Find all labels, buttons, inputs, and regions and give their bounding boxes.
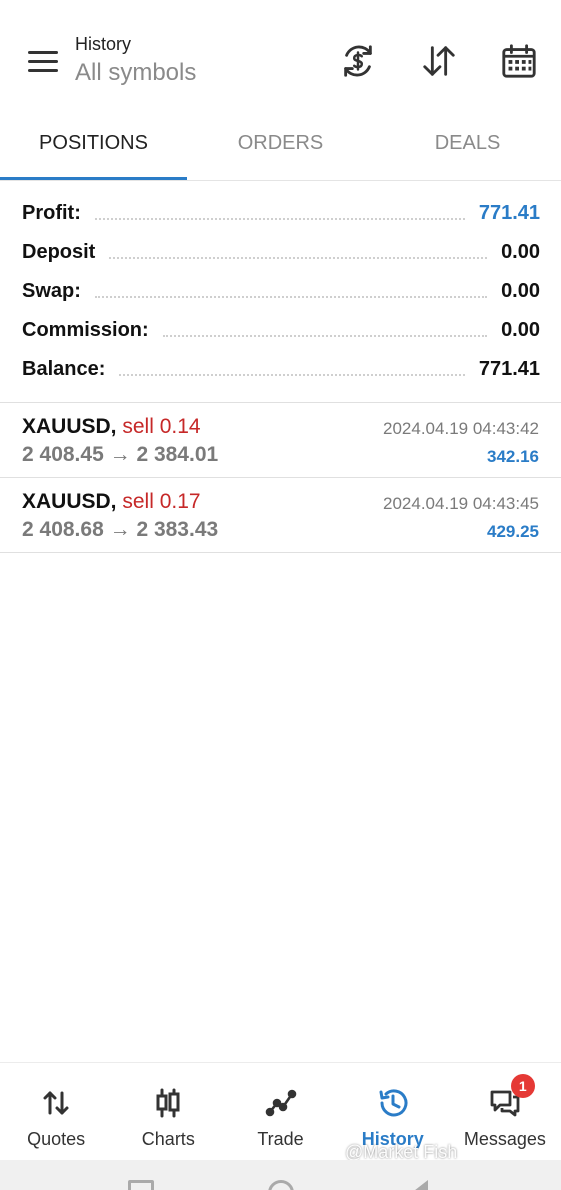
summary-row-swap: Swap: 0.00 xyxy=(22,272,540,311)
hamburger-menu-icon[interactable] xyxy=(20,44,66,78)
close-price: 2 383.43 xyxy=(136,518,219,541)
dotted-leader xyxy=(94,217,465,220)
position-prices: 2 408.68 → 2 383.43 xyxy=(22,518,218,542)
arrow-icon: → xyxy=(109,443,131,466)
position-symbol: XAUUSD, sell 0.17 xyxy=(22,490,201,514)
currency-exchange-icon[interactable] xyxy=(337,40,379,82)
trade-line-icon xyxy=(265,1089,296,1117)
position-time: 2024.04.19 04:43:45 xyxy=(383,494,539,513)
calendar-icon[interactable] xyxy=(498,40,540,82)
back-icon[interactable] xyxy=(410,1180,428,1190)
arrow-icon: → xyxy=(109,518,131,541)
symbol-filter[interactable]: All symbols xyxy=(75,59,196,87)
summary-row-deposit: Deposit 0.00 xyxy=(22,233,540,272)
unread-badge: 1 xyxy=(510,1074,535,1098)
position-time: 2024.04.19 04:43:42 xyxy=(383,419,539,438)
summary-value: 0.00 xyxy=(501,319,540,341)
nav-label: Charts xyxy=(141,1129,195,1149)
summary-label: Balance: xyxy=(22,358,106,380)
recent-apps-icon[interactable] xyxy=(128,1180,154,1190)
quotes-arrows-icon xyxy=(43,1091,69,1115)
app-header: History All symbols xyxy=(0,22,561,106)
summary-value: 0.00 xyxy=(501,241,540,263)
history-clock-icon xyxy=(379,1089,408,1117)
position-profit: 342.16 xyxy=(487,447,539,466)
home-icon[interactable] xyxy=(268,1180,294,1190)
position-row[interactable]: XAUUSD, sell 0.14 2 408.45 → 2 384.01 20… xyxy=(0,403,561,477)
position-profit: 429.25 xyxy=(487,522,539,541)
dotted-leader xyxy=(94,295,488,298)
nav-label: Messages xyxy=(463,1129,546,1149)
sort-arrows-icon[interactable] xyxy=(418,40,460,82)
summary-value: 0.00 xyxy=(501,280,540,302)
page-title: History xyxy=(75,34,132,54)
position-row[interactable]: XAUUSD, sell 0.17 2 408.68 → 2 383.43 20… xyxy=(0,478,561,552)
system-nav-bar xyxy=(0,1160,561,1190)
title-block[interactable]: History All symbols xyxy=(75,34,196,87)
symbol-name: XAUUSD, xyxy=(22,490,117,513)
position-symbol: XAUUSD, sell 0.14 xyxy=(22,415,201,439)
tab-orders[interactable]: ORDERS xyxy=(187,118,374,180)
dotted-leader xyxy=(109,256,488,259)
position-side: sell 0.14 xyxy=(122,415,201,438)
dotted-leader xyxy=(119,373,465,376)
divider xyxy=(0,552,561,553)
nav-charts[interactable]: Charts xyxy=(112,1063,224,1160)
nav-trade[interactable]: Trade xyxy=(224,1063,336,1160)
tab-positions[interactable]: POSITIONS xyxy=(0,118,187,180)
position-prices: 2 408.45 → 2 384.01 xyxy=(22,443,218,467)
summary-label: Swap: xyxy=(22,280,81,302)
summary-row-balance: Balance: 771.41 xyxy=(22,350,540,389)
open-price: 2 408.45 xyxy=(22,443,104,466)
nav-label: Trade xyxy=(257,1129,304,1149)
close-price: 2 384.01 xyxy=(136,443,219,466)
position-side: sell 0.17 xyxy=(122,490,201,513)
summary-value: 771.41 xyxy=(478,358,540,380)
account-summary: Profit: 771.41 Deposit 0.00 Swap: 0.00 C… xyxy=(22,194,540,389)
summary-label: Deposit xyxy=(22,241,96,263)
summary-label: Profit: xyxy=(22,202,81,224)
symbol-name: XAUUSD, xyxy=(22,415,117,438)
tabs-divider xyxy=(0,180,561,181)
candlestick-icon xyxy=(156,1088,180,1118)
bottom-nav: Quotes Charts Trade History 1 Messages xyxy=(0,1062,561,1160)
summary-value: 771.41 xyxy=(478,202,540,224)
tab-deals[interactable]: DEALS xyxy=(374,118,561,180)
summary-label: Commission: xyxy=(22,319,149,341)
nav-quotes[interactable]: Quotes xyxy=(0,1063,112,1160)
history-tabs: POSITIONS ORDERS DEALS xyxy=(0,118,561,180)
summary-row-profit: Profit: 771.41 xyxy=(22,194,540,233)
status-bar xyxy=(0,0,561,22)
open-price: 2 408.68 xyxy=(22,518,104,541)
nav-messages[interactable]: 1 Messages xyxy=(449,1063,561,1160)
nav-label: Quotes xyxy=(27,1129,86,1149)
dotted-leader xyxy=(162,334,488,337)
summary-row-commission: Commission: 0.00 xyxy=(22,311,540,350)
